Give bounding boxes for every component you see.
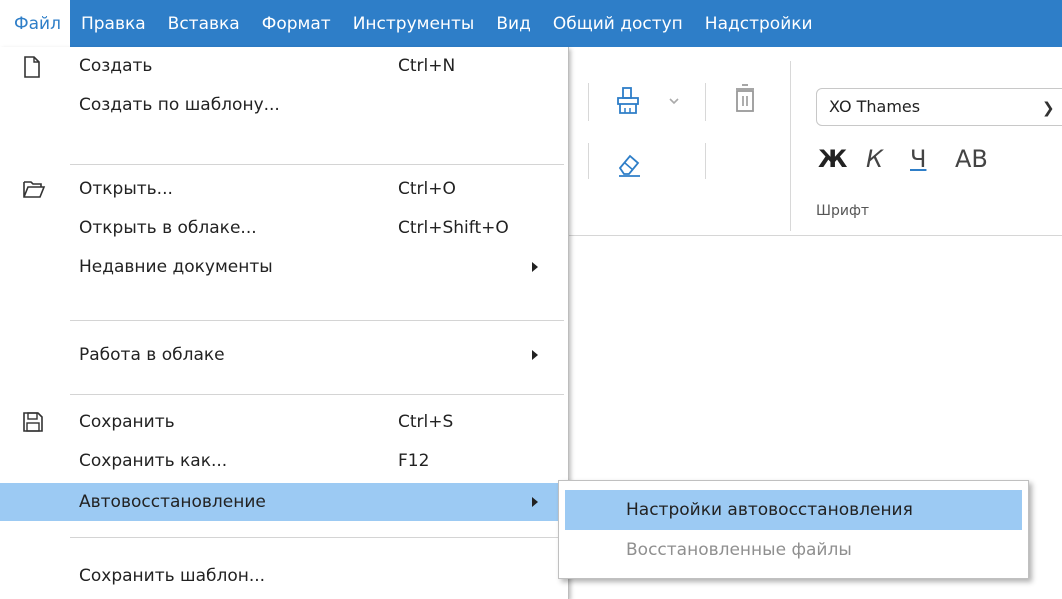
menu-file[interactable]: Файл bbox=[0, 0, 70, 47]
menu-item-autorecovery[interactable]: Автовосстановление bbox=[0, 483, 568, 521]
toolbar-separator bbox=[588, 83, 589, 121]
submenu-arrow-icon bbox=[532, 350, 538, 360]
save-icon bbox=[23, 412, 43, 432]
menu-item-label: Создать по шаблону... bbox=[79, 95, 280, 115]
trash-icon[interactable] bbox=[733, 82, 757, 114]
menu-item-shortcut: Ctrl+O bbox=[398, 179, 456, 199]
menu-item-save-template[interactable]: Сохранить шаблон... bbox=[0, 557, 568, 595]
toolbar-separator bbox=[705, 143, 706, 179]
menu-sharing[interactable]: Общий доступ bbox=[542, 0, 694, 47]
submenu-item-label: Восстановленные файлы bbox=[626, 540, 852, 560]
menu-item-shortcut: Ctrl+S bbox=[398, 412, 454, 432]
toolbar-separator bbox=[588, 143, 589, 179]
menu-format[interactable]: Формат bbox=[251, 0, 342, 47]
menu-item-open-cloud[interactable]: Открыть в облаке... Ctrl+Shift+O bbox=[0, 209, 568, 247]
file-menu: Создать Ctrl+N Создать по шаблону... Отк… bbox=[0, 47, 569, 599]
menu-divider bbox=[70, 320, 564, 321]
menu-item-label: Сохранить шаблон... bbox=[79, 566, 266, 586]
bold-button[interactable]: Ж bbox=[818, 145, 847, 173]
paint-format-icon[interactable] bbox=[616, 86, 642, 116]
chevron-down-icon[interactable] bbox=[668, 96, 680, 106]
font-group-label: Шрифт bbox=[816, 203, 870, 219]
submenu-item-autorecovery-settings[interactable]: Настройки автовосстановления bbox=[565, 490, 1022, 530]
new-document-icon bbox=[24, 56, 40, 78]
menu-insert[interactable]: Вставка bbox=[157, 0, 251, 47]
menu-edit[interactable]: Правка bbox=[70, 0, 157, 47]
autorecovery-submenu: Настройки автовосстановления Восстановле… bbox=[558, 480, 1029, 579]
menu-item-shortcut: Ctrl+Shift+O bbox=[398, 218, 509, 238]
caps-button[interactable]: AB bbox=[955, 145, 988, 173]
submenu-item-label: Настройки автовосстановления bbox=[626, 500, 913, 520]
toolbar-separator bbox=[705, 83, 706, 121]
menu-item-label: Открыть... bbox=[79, 179, 173, 199]
menu-item-label: Недавние документы bbox=[79, 257, 273, 277]
submenu-item-recovered-files: Восстановленные файлы bbox=[565, 530, 1022, 570]
menu-item-cloud-work[interactable]: Работа в облаке bbox=[0, 336, 568, 374]
menu-item-label: Работа в облаке bbox=[79, 345, 225, 365]
menu-addons[interactable]: Надстройки bbox=[694, 0, 824, 47]
menu-item-open[interactable]: Открыть... Ctrl+O bbox=[0, 170, 568, 208]
chevron-down-icon[interactable]: ❯ bbox=[1042, 99, 1055, 117]
eraser-icon[interactable] bbox=[616, 150, 644, 178]
font-name-select[interactable]: XO Thames bbox=[816, 88, 1062, 126]
menu-item-save-as[interactable]: Сохранить как... F12 bbox=[0, 442, 568, 480]
menu-item-save[interactable]: Сохранить Ctrl+S bbox=[0, 403, 568, 441]
menu-item-shortcut: F12 bbox=[398, 451, 430, 471]
underline-button[interactable]: Ч bbox=[910, 145, 926, 173]
menu-item-label: Сохранить как... bbox=[79, 451, 228, 471]
menu-divider bbox=[70, 537, 564, 538]
menu-item-label: Открыть в облаке... bbox=[79, 218, 257, 238]
menu-tools[interactable]: Инструменты bbox=[342, 0, 486, 47]
menu-item-recent-documents[interactable]: Недавние документы bbox=[0, 248, 568, 286]
menu-item-label: Сохранить bbox=[79, 412, 175, 432]
menu-item-new-from-template[interactable]: Создать по шаблону... bbox=[0, 86, 568, 124]
menu-item-label: Автовосстановление bbox=[79, 492, 266, 512]
open-folder-icon bbox=[23, 181, 46, 198]
menu-divider bbox=[70, 394, 564, 395]
menu-divider bbox=[70, 164, 564, 165]
menu-view[interactable]: Вид bbox=[485, 0, 541, 47]
toolbar-separator bbox=[790, 61, 791, 231]
submenu-arrow-icon bbox=[532, 497, 538, 507]
menu-item-new[interactable]: Создать Ctrl+N bbox=[0, 47, 568, 85]
menu-bar: Файл Правка Вставка Формат Инструменты В… bbox=[0, 0, 1062, 47]
submenu-arrow-icon bbox=[532, 262, 538, 272]
menu-item-shortcut: Ctrl+N bbox=[398, 56, 456, 76]
menu-item-label: Создать bbox=[79, 56, 153, 76]
italic-button[interactable]: К bbox=[866, 145, 883, 173]
